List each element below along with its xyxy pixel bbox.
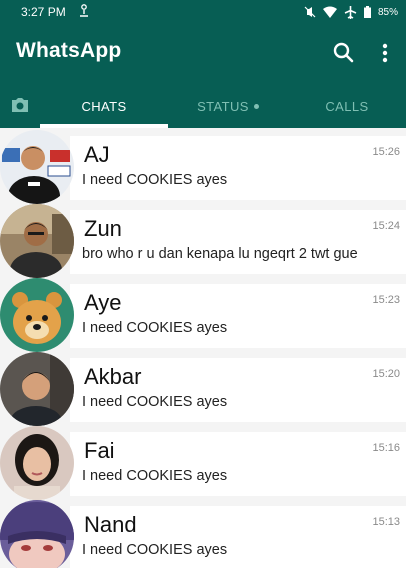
last-message: I need COOKIES ayes (82, 320, 228, 336)
battery-level: 85% (377, 6, 398, 18)
app-title: WhatsApp (16, 39, 122, 62)
tab-chats[interactable]: CHATS (40, 84, 168, 128)
status-unread-dot (253, 103, 259, 109)
airplane-icon (344, 5, 357, 19)
chat-row-zun[interactable]: Zun 15:24 bro who r u dan kenapa lu ngeq… (0, 202, 406, 278)
camera-icon (10, 97, 30, 116)
chat-row-background (70, 432, 406, 496)
wifi-icon (322, 6, 337, 18)
message-time: 15:16 (372, 442, 400, 454)
mute-icon (304, 6, 316, 18)
status-bar: 3:27 PM 85% (0, 0, 406, 24)
last-message: I need COOKIES ayes (82, 468, 228, 484)
message-time: 15:24 (372, 220, 400, 232)
message-time: 15:20 (372, 368, 400, 380)
chat-list: AJ 15:26 I need COOKIES ayes Zun 15:24 b… (0, 128, 406, 568)
search-icon[interactable] (330, 39, 358, 67)
avatar[interactable] (0, 352, 74, 426)
chat-row-aj[interactable]: AJ 15:26 I need COOKIES ayes (0, 128, 406, 204)
contact-name: Fai (84, 438, 115, 463)
avatar[interactable] (0, 278, 74, 352)
chat-row-background (70, 136, 406, 200)
notification-icon (78, 3, 90, 19)
status-icons: 85% (304, 4, 398, 20)
contact-name: AJ (84, 142, 110, 167)
contact-name: Akbar (84, 364, 142, 389)
message-time: 15:13 (372, 516, 400, 528)
last-message: I need COOKIES ayes (82, 394, 228, 410)
chat-row-fai[interactable]: Fai 15:16 I need COOKIES ayes (0, 424, 406, 500)
tab-bar: CHATS STATUS CALLS (0, 84, 406, 128)
last-message: I need COOKIES ayes (82, 172, 228, 188)
last-message: I need COOKIES ayes (82, 542, 228, 558)
avatar[interactable] (0, 130, 74, 204)
chat-row-aye[interactable]: Aye 15:23 I need COOKIES ayes (0, 276, 406, 352)
message-time: 15:23 (372, 294, 400, 306)
tab-chats-label: CHATS (81, 98, 127, 114)
tab-status-label: STATUS (197, 98, 249, 114)
contact-name: Zun (84, 216, 122, 241)
contact-name: Nand (84, 512, 137, 537)
tab-status[interactable]: STATUS (168, 84, 288, 128)
avatar[interactable] (0, 204, 74, 278)
battery-icon (363, 6, 371, 18)
message-time: 15:26 (372, 146, 400, 158)
contact-name: Aye (84, 290, 122, 315)
more-options-icon[interactable] (376, 39, 394, 67)
avatar[interactable] (0, 500, 74, 568)
tab-camera[interactable] (0, 84, 40, 128)
tab-calls[interactable]: CALLS (288, 84, 406, 128)
chat-row-akbar[interactable]: Akbar 15:20 I need COOKIES ayes (0, 350, 406, 426)
status-time: 3:27 PM (21, 5, 66, 19)
avatar[interactable] (0, 426, 74, 500)
last-message: bro who r u dan kenapa lu ngeqrt 2 twt g… (82, 246, 358, 262)
chat-row-nand[interactable]: Nand 15:13 I need COOKIES ayes (0, 498, 406, 568)
tab-calls-label: CALLS (325, 98, 369, 114)
app-bar: WhatsApp (0, 24, 406, 84)
